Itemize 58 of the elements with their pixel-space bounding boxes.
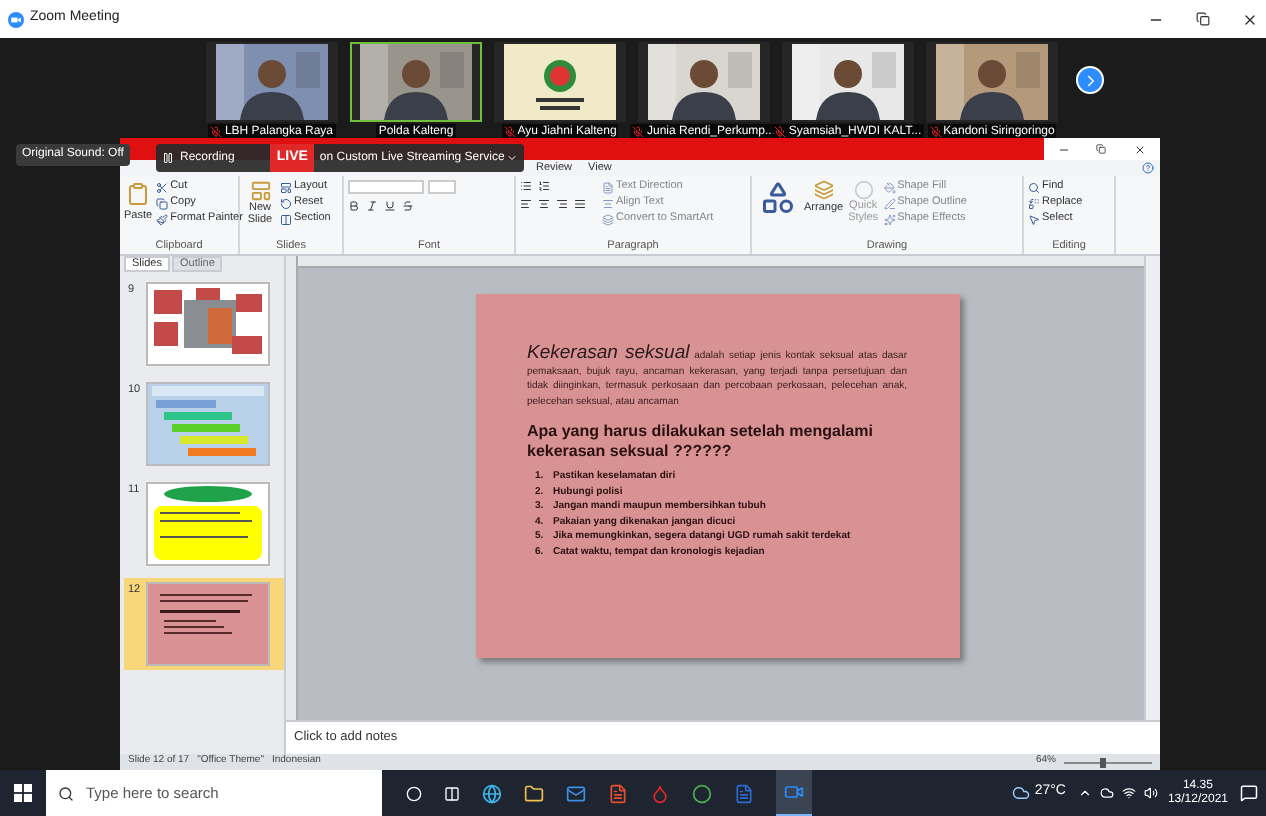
pen-icon xyxy=(883,197,896,209)
windows-start-icon[interactable] xyxy=(14,784,32,802)
restore-icon[interactable] xyxy=(1196,12,1210,26)
minimize-icon[interactable] xyxy=(1057,143,1070,155)
tray-expand-icon[interactable] xyxy=(1077,786,1092,800)
font-size-field[interactable] xyxy=(428,180,456,194)
volume-icon[interactable] xyxy=(1143,786,1158,800)
caret-icon xyxy=(506,152,519,164)
slide-layout-icon xyxy=(249,180,271,202)
paintbrush-icon xyxy=(156,213,169,225)
network-icon[interactable] xyxy=(1121,786,1136,800)
cursor-icon xyxy=(1028,213,1040,225)
copy-icon xyxy=(156,197,169,209)
task-view-icon[interactable] xyxy=(444,785,460,801)
text-direction-icon xyxy=(602,181,614,193)
arrange-icon xyxy=(813,180,834,200)
search-icon xyxy=(58,785,74,801)
slider-thumb[interactable] xyxy=(1100,757,1107,767)
align-center-icon[interactable] xyxy=(538,198,550,210)
close-icon[interactable] xyxy=(1242,11,1258,27)
folder-icon[interactable] xyxy=(524,783,544,803)
numbering-icon[interactable] xyxy=(538,180,550,192)
zoom-logo-icon xyxy=(8,11,24,27)
align-right-icon[interactable] xyxy=(556,198,568,210)
search-icon xyxy=(1028,181,1040,193)
underline-icon[interactable] xyxy=(384,200,396,212)
scissors-icon xyxy=(156,181,169,193)
video-camera-icon xyxy=(784,782,804,802)
section-icon xyxy=(280,213,292,225)
clipboard-icon xyxy=(126,180,151,208)
paint-bucket-icon xyxy=(883,181,896,193)
help-icon[interactable] xyxy=(1142,162,1154,174)
font-name-field[interactable] xyxy=(348,180,424,194)
bullets-icon[interactable] xyxy=(520,180,532,192)
slide-thumbnail-drawing xyxy=(148,484,268,564)
next-page-button[interactable] xyxy=(1076,66,1104,94)
mail-icon[interactable] xyxy=(566,783,586,803)
justify-icon[interactable] xyxy=(574,198,586,210)
browser-icon[interactable] xyxy=(482,783,502,803)
align-left-icon[interactable] xyxy=(520,198,532,210)
close-icon[interactable] xyxy=(1134,143,1147,155)
reset-icon xyxy=(280,197,292,209)
replace-icon xyxy=(1028,197,1040,209)
slide-thumbnail-drawing xyxy=(148,384,268,464)
weather-icon xyxy=(1012,784,1031,802)
sparkles-icon xyxy=(883,213,896,225)
align-text-icon xyxy=(602,197,614,209)
slide-heading: Apa yang harus dilakukan setelah mengalami kekerasan seksual ?????? xyxy=(527,422,875,462)
slide-thumbnail-drawing xyxy=(148,584,268,664)
smartart-icon xyxy=(602,213,614,225)
strikethrough-icon[interactable] xyxy=(402,200,414,212)
layout-icon xyxy=(280,181,292,193)
restore-icon[interactable] xyxy=(1096,144,1107,154)
zoom-taskbar-icon[interactable] xyxy=(776,770,812,816)
bold-icon[interactable] xyxy=(348,200,360,212)
italic-icon[interactable] xyxy=(366,200,378,212)
notifications-icon[interactable] xyxy=(1240,784,1258,802)
pause-icon[interactable] xyxy=(162,152,174,164)
